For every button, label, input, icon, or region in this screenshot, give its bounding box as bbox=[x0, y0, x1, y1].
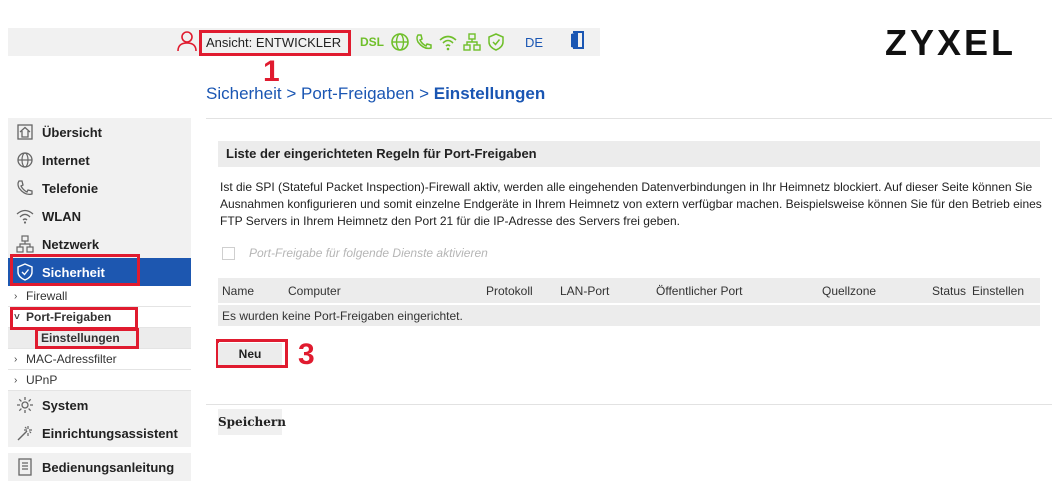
sidebar-subitem-mac-adressfilter[interactable]: › MAC-Adressfilter bbox=[8, 349, 191, 370]
enable-port-forwarding-label: Port-Freigabe für folgende Dienste aktiv… bbox=[249, 246, 488, 260]
breadcrumb-sicherheit[interactable]: Sicherheit bbox=[206, 84, 282, 103]
breadcrumb-separator: > bbox=[281, 84, 301, 103]
new-rule-button[interactable]: Neu bbox=[218, 343, 282, 365]
logout-icon[interactable] bbox=[568, 29, 588, 51]
network-icon bbox=[463, 33, 481, 51]
sidebar-item-label: WLAN bbox=[42, 208, 81, 224]
sidebar-subitem-label: Einstellungen bbox=[41, 331, 120, 345]
column-header: Status bbox=[928, 278, 968, 304]
column-header: Protokoll bbox=[482, 278, 556, 304]
annotation-number-1: 1 bbox=[263, 55, 280, 88]
sidebar-subitem-label: UPnP bbox=[26, 373, 58, 387]
wifi-icon bbox=[439, 35, 457, 51]
dsl-status: DSL bbox=[360, 35, 384, 49]
globe-icon bbox=[17, 152, 33, 168]
sidebar-subitem-upnp[interactable]: › UPnP bbox=[8, 370, 191, 391]
column-header: Quellzone bbox=[818, 278, 928, 304]
table-row: Es wurden keine Port-Freigaben eingerich… bbox=[218, 303, 1040, 326]
network-icon bbox=[16, 235, 34, 253]
status-icons: DSL bbox=[360, 31, 506, 53]
sidebar-item-telefonie[interactable]: Telefonie bbox=[8, 174, 191, 202]
divider bbox=[206, 404, 1052, 405]
sidebar-subitem-port-freigaben[interactable]: ˅ Port-Freigaben bbox=[8, 307, 191, 328]
sidebar-subitem-label: Firewall bbox=[26, 289, 68, 303]
breadcrumb: Sicherheit > Port-Freigaben > Einstellun… bbox=[206, 84, 545, 104]
empty-table-message: Es wurden keine Port-Freigaben eingerich… bbox=[218, 303, 1040, 326]
column-header: Einstellen bbox=[968, 278, 1040, 304]
sidebar: Übersicht Internet Telefonie WLAN Netzwe… bbox=[8, 118, 191, 481]
sidebar-item-label: Bedienungsanleitung bbox=[42, 459, 175, 475]
breadcrumb-separator: > bbox=[414, 84, 434, 103]
breadcrumb-current: Einstellungen bbox=[433, 84, 546, 103]
phone-icon bbox=[17, 180, 33, 196]
sidebar-item-label: System bbox=[42, 397, 89, 413]
chevron-right-icon: › bbox=[14, 290, 18, 302]
column-header: LAN-Port bbox=[556, 278, 652, 304]
sidebar-item-einrichtungsassistent[interactable]: Einrichtungsassistent bbox=[8, 419, 191, 447]
column-header: Computer bbox=[284, 278, 482, 304]
globe-icon bbox=[391, 33, 409, 51]
sidebar-item-label: Netzwerk bbox=[42, 236, 100, 252]
sidebar-subitem-label: MAC-Adressfilter bbox=[26, 352, 117, 366]
sidebar-item-internet[interactable]: Internet bbox=[8, 146, 191, 174]
main-content: Liste der eingerichteten Regeln für Port… bbox=[206, 118, 1052, 491]
column-header: Name bbox=[218, 278, 284, 304]
chevron-down-icon: ˅ bbox=[14, 311, 20, 323]
document-icon bbox=[18, 458, 32, 476]
sidebar-item-uebersicht[interactable]: Übersicht bbox=[8, 118, 191, 146]
view-mode-indicator[interactable]: Ansicht: ENTWICKLER bbox=[199, 30, 351, 56]
brand-logo: ZYXEL bbox=[885, 22, 1017, 63]
table-header-row: Name Computer Protokoll LAN-Port Öffentl… bbox=[218, 278, 1040, 304]
user-icon[interactable] bbox=[176, 30, 198, 52]
chevron-right-icon: › bbox=[14, 353, 18, 365]
sidebar-item-label: Übersicht bbox=[42, 124, 102, 140]
save-button[interactable]: Speichern bbox=[218, 409, 286, 435]
shield-icon bbox=[488, 33, 504, 51]
wifi-icon bbox=[16, 209, 34, 224]
port-forwarding-table: Name Computer Protokoll LAN-Port Öffentl… bbox=[218, 278, 1040, 326]
description-text: Ist die SPI (Stateful Packet Inspection)… bbox=[220, 180, 1042, 228]
sidebar-item-label: Einrichtungsassistent bbox=[42, 425, 178, 441]
column-header: Öffentlicher Port bbox=[652, 278, 818, 304]
sidebar-subitem-einstellungen[interactable]: Einstellungen bbox=[8, 328, 191, 349]
sidebar-item-sicherheit[interactable]: Sicherheit bbox=[8, 258, 191, 286]
view-mode-label: Ansicht: ENTWICKLER bbox=[206, 35, 342, 50]
sidebar-item-netzwerk[interactable]: Netzwerk bbox=[8, 230, 191, 258]
shield-icon bbox=[17, 263, 33, 281]
sidebar-item-bedienungsanleitung[interactable]: Bedienungsanleitung bbox=[8, 453, 191, 481]
enable-port-forwarding-row: Port-Freigabe für folgende Dienste aktiv… bbox=[222, 246, 488, 260]
home-icon bbox=[17, 124, 33, 140]
wand-icon bbox=[17, 426, 32, 441]
breadcrumb-port-freigaben[interactable]: Port-Freigaben bbox=[301, 84, 414, 103]
sidebar-item-system[interactable]: System bbox=[8, 391, 191, 419]
language-selector[interactable]: DE bbox=[525, 35, 543, 50]
chevron-right-icon: › bbox=[14, 374, 18, 386]
gear-icon bbox=[17, 397, 33, 413]
sidebar-item-label: Internet bbox=[42, 152, 90, 168]
enable-port-forwarding-checkbox[interactable] bbox=[222, 246, 235, 260]
section-title: Liste der eingerichteten Regeln für Port… bbox=[218, 141, 1040, 167]
sidebar-item-label: Sicherheit bbox=[42, 264, 105, 280]
sidebar-item-label: Telefonie bbox=[42, 180, 99, 196]
sidebar-subitem-firewall[interactable]: › Firewall bbox=[8, 286, 191, 307]
sidebar-subitem-label: Port-Freigaben bbox=[26, 310, 112, 324]
sidebar-item-wlan[interactable]: WLAN bbox=[8, 202, 191, 230]
phone-icon bbox=[416, 34, 432, 50]
